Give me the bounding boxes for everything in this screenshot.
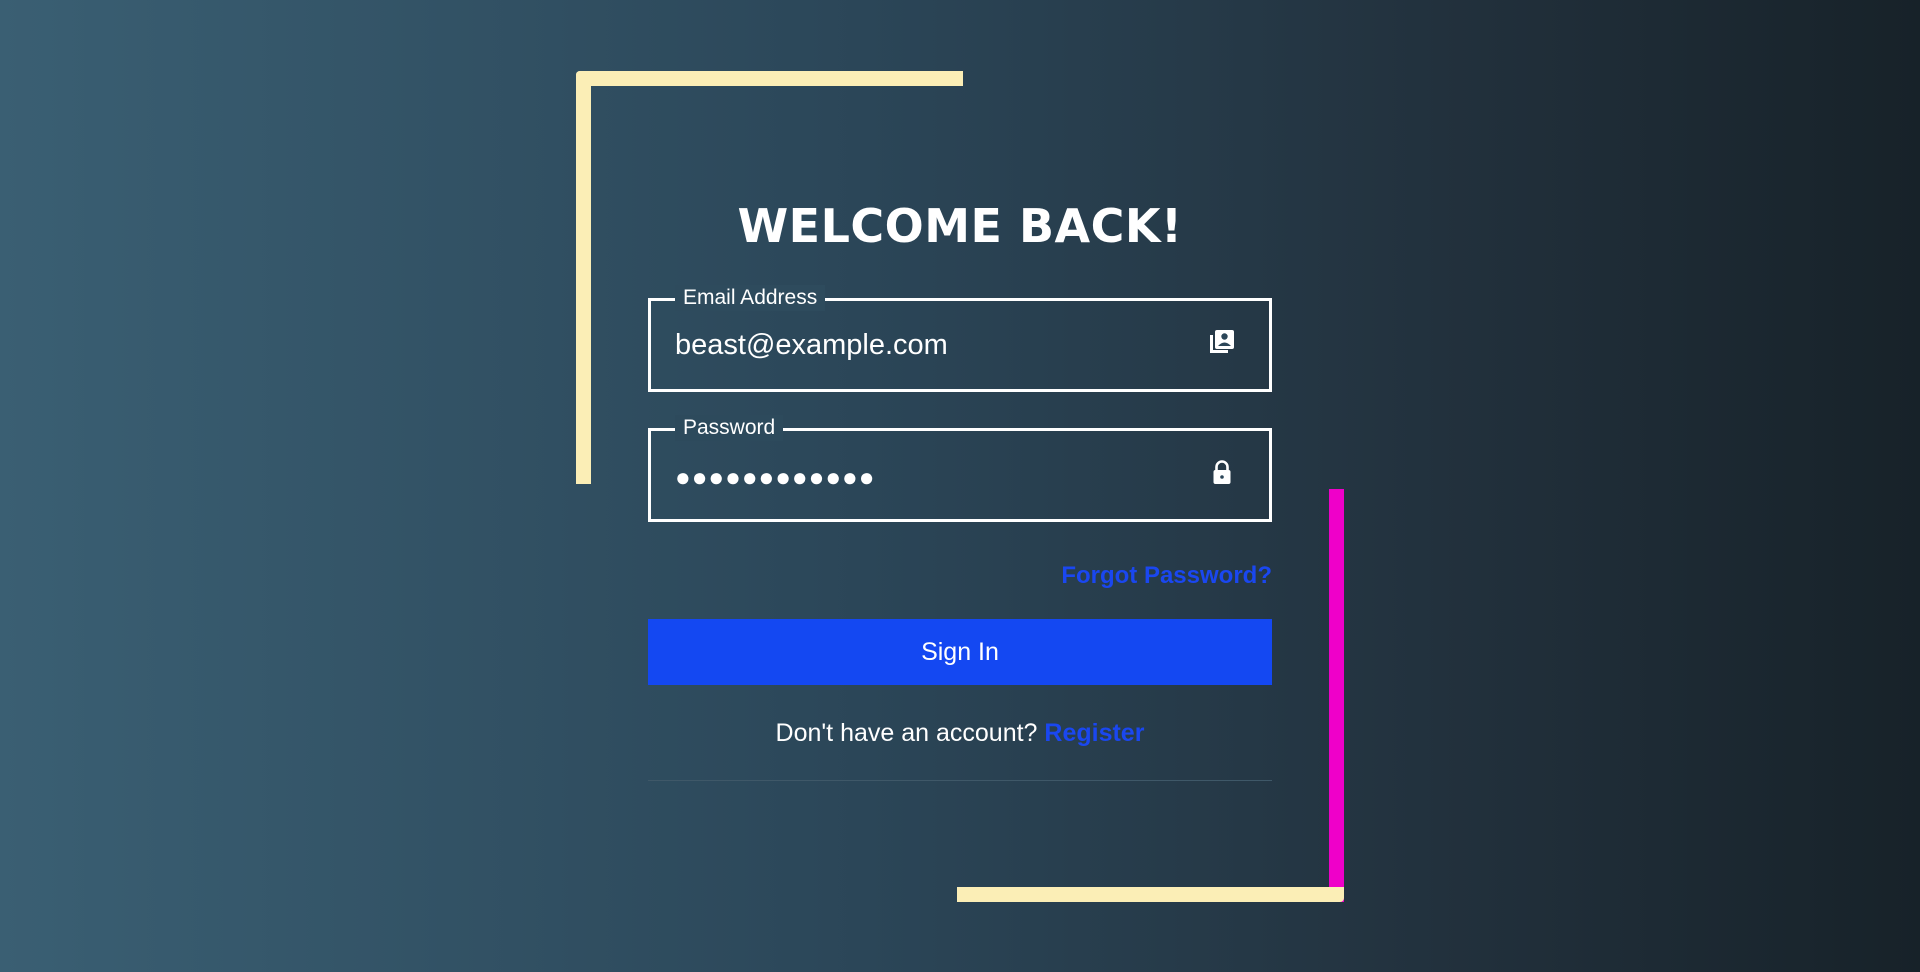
lock-icon	[1209, 457, 1235, 487]
password-label: Password	[675, 415, 784, 441]
decorative-frame-right	[1329, 489, 1344, 902]
forgot-password-link[interactable]: Forgot Password?	[1000, 560, 1272, 592]
decorative-frame-top	[576, 71, 963, 86]
divider	[648, 780, 1272, 781]
email-label: Email Address	[675, 285, 826, 311]
register-prompt: Don't have an account? Register	[648, 716, 1272, 750]
email-field[interactable]: Email Address	[648, 285, 1272, 392]
password-input[interactable]	[675, 459, 1175, 495]
page-title: WELCOME BACK!	[737, 199, 1183, 253]
register-prompt-text: Don't have an account?	[775, 719, 1038, 747]
decorative-frame-left	[576, 71, 591, 484]
password-field[interactable]: Password	[648, 415, 1272, 522]
decorative-frame-bottom	[957, 887, 1344, 902]
register-link[interactable]: Register	[1044, 719, 1144, 747]
contact-card-icon	[1209, 327, 1235, 357]
sign-in-button[interactable]: Sign In	[648, 619, 1272, 685]
email-input[interactable]	[675, 327, 1175, 363]
